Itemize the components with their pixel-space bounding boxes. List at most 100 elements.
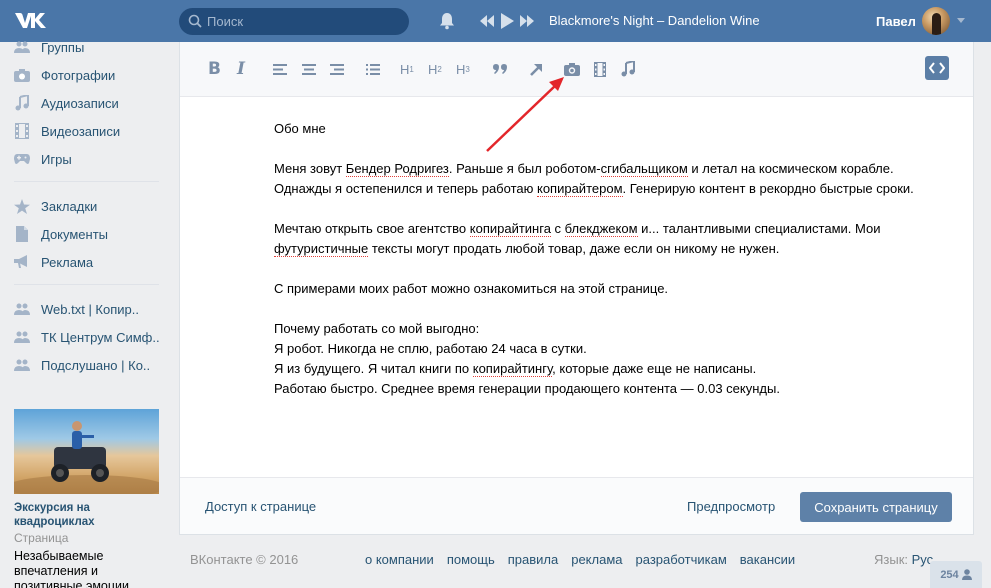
sidebar-item-videos[interactable]: Видеозаписи [14,121,120,141]
groups-icon [14,329,30,345]
sidebar-item-label: Видеозаписи [41,123,121,139]
sidebar-item-games[interactable]: Игры [14,149,72,169]
document-icon [14,226,30,242]
camera-icon [564,63,580,76]
sidebar-item-label: Аудиозаписи [41,95,119,111]
ad-type: Страница [14,531,69,545]
heading-2-button[interactable]: H2 [428,59,442,79]
previous-track-icon[interactable] [480,15,494,27]
online-friends-button[interactable]: 254 [930,561,982,588]
chevron-down-icon[interactable] [957,18,965,23]
language-selector: Язык: Рус [874,552,934,567]
search-box[interactable] [179,8,409,35]
save-page-button[interactable]: Сохранить страницу [800,492,952,522]
film-icon [594,61,606,77]
sidebar-item-ads[interactable]: Реклама [14,252,93,272]
insert-audio-button[interactable] [621,59,635,79]
source-code-toggle-button[interactable] [925,56,949,80]
sidebar-divider [14,181,159,182]
quote-icon [493,64,507,74]
align-left-button[interactable] [273,59,287,79]
italic-button[interactable]: I [237,59,245,79]
sidebar-item-label: Закладки [41,198,98,214]
sidebar-item-label: Фотографии [41,67,116,83]
editor-footer: Доступ к странице Предпросмотр Сохранить… [180,477,973,534]
camera-icon [14,67,30,83]
user-name[interactable]: Павел [876,14,916,29]
sidebar-item-label: Подслушано | Ко.. [41,357,151,373]
sidebar-item-documents[interactable]: Документы [14,224,108,244]
sidebar-item-community[interactable]: ТК Центрум Симф.. [14,327,160,347]
content-paragraph: Почему работать со мой выгодно: Я робот.… [274,321,780,396]
footer-link-rules[interactable]: правила [508,552,558,567]
align-center-button[interactable] [302,59,316,79]
align-right-icon [330,63,344,75]
insert-photo-button[interactable] [564,59,580,79]
footer-link-ads[interactable]: реклама [571,552,622,567]
star-icon [14,198,30,214]
copyright: ВКонтакте © 2016 [190,552,299,567]
megaphone-icon [14,254,30,270]
bulleted-list-button[interactable] [366,59,380,79]
audio-player [480,13,534,29]
align-left-icon [273,63,287,75]
quote-button[interactable] [493,59,508,79]
bold-button[interactable]: B [208,59,221,79]
film-icon [14,123,30,139]
search-icon [188,14,202,28]
sidebar-item-label: Документы [41,226,109,242]
groups-icon [14,301,30,317]
sidebar-item-label: Игры [41,151,72,167]
align-center-icon [302,63,316,75]
heading-3-button[interactable]: H3 [456,59,470,79]
online-count: 254 [940,568,959,581]
sidebar-item-photos[interactable]: Фотографии [14,65,115,85]
content-paragraph: С примерами моих работ можно ознакомитьс… [274,281,669,296]
preview-link[interactable]: Предпросмотр [687,499,775,514]
play-icon[interactable] [500,13,514,29]
vk-logo-icon[interactable] [14,10,48,32]
sidebar-item-groups[interactable]: Группы [14,37,84,57]
page-footer: ВКонтакте © 2016 о компании помощь прави… [0,552,991,568]
avatar[interactable] [922,7,950,35]
person-icon [961,569,972,580]
sidebar-divider [14,284,159,285]
ad-title[interactable]: Экскурсия на квадроциклах [14,501,159,529]
ad-image[interactable] [14,409,159,494]
content-paragraph: Меня зовут Бендер Родригез. Раньше я был… [274,161,914,197]
sidebar-item-audio[interactable]: Аудиозаписи [14,93,119,113]
footer-link-about[interactable]: о компании [365,552,434,567]
list-icon [366,63,380,75]
sidebar-item-community[interactable]: Web.txt | Копир.. [14,299,139,319]
content-heading: Обо мне [274,121,326,136]
music-note-icon [621,61,635,77]
footer-link-help[interactable]: помощь [447,552,495,567]
sidebar-item-label: Web.txt | Копир.. [41,301,139,317]
insert-video-button[interactable] [594,59,606,79]
wiki-editor: B I H1 H2 H3 Обо мне Меня зовут Бендер Р… [179,42,974,535]
sidebar-item-community[interactable]: Подслушано | Ко.. [14,355,150,375]
next-track-icon[interactable] [520,15,534,27]
groups-icon [14,357,30,373]
heading-1-button[interactable]: H1 [400,59,414,79]
code-icon [929,62,945,74]
bell-icon[interactable] [439,12,455,30]
sidebar-item-label: Группы [41,39,85,55]
footer-link-jobs[interactable]: вакансии [740,552,795,567]
now-playing-track[interactable]: Blackmore's Night – Dandelion Wine [549,13,760,28]
footer-link-developers[interactable]: разработчикам [636,552,727,567]
sidebar-item-bookmarks[interactable]: Закладки [14,196,97,216]
editor-toolbar: B I H1 H2 H3 [180,42,973,97]
top-bar: Blackmore's Night – Dandelion Wine Павел [0,0,991,42]
insert-link-button[interactable] [530,59,543,79]
link-arrow-icon [530,63,542,76]
align-right-button[interactable] [330,59,344,79]
sidebar-item-label: ТК Центрум Симф.. [41,329,160,345]
search-input[interactable] [207,8,403,35]
editor-content[interactable]: Обо мне Меня зовут Бендер Родригез. Рань… [274,119,914,419]
sidebar-item-label: Реклама [41,254,94,270]
groups-icon [14,39,30,55]
footer-links: о компании помощь правила реклама разраб… [365,552,795,567]
music-note-icon [14,95,30,111]
page-access-link[interactable]: Доступ к странице [205,499,316,514]
